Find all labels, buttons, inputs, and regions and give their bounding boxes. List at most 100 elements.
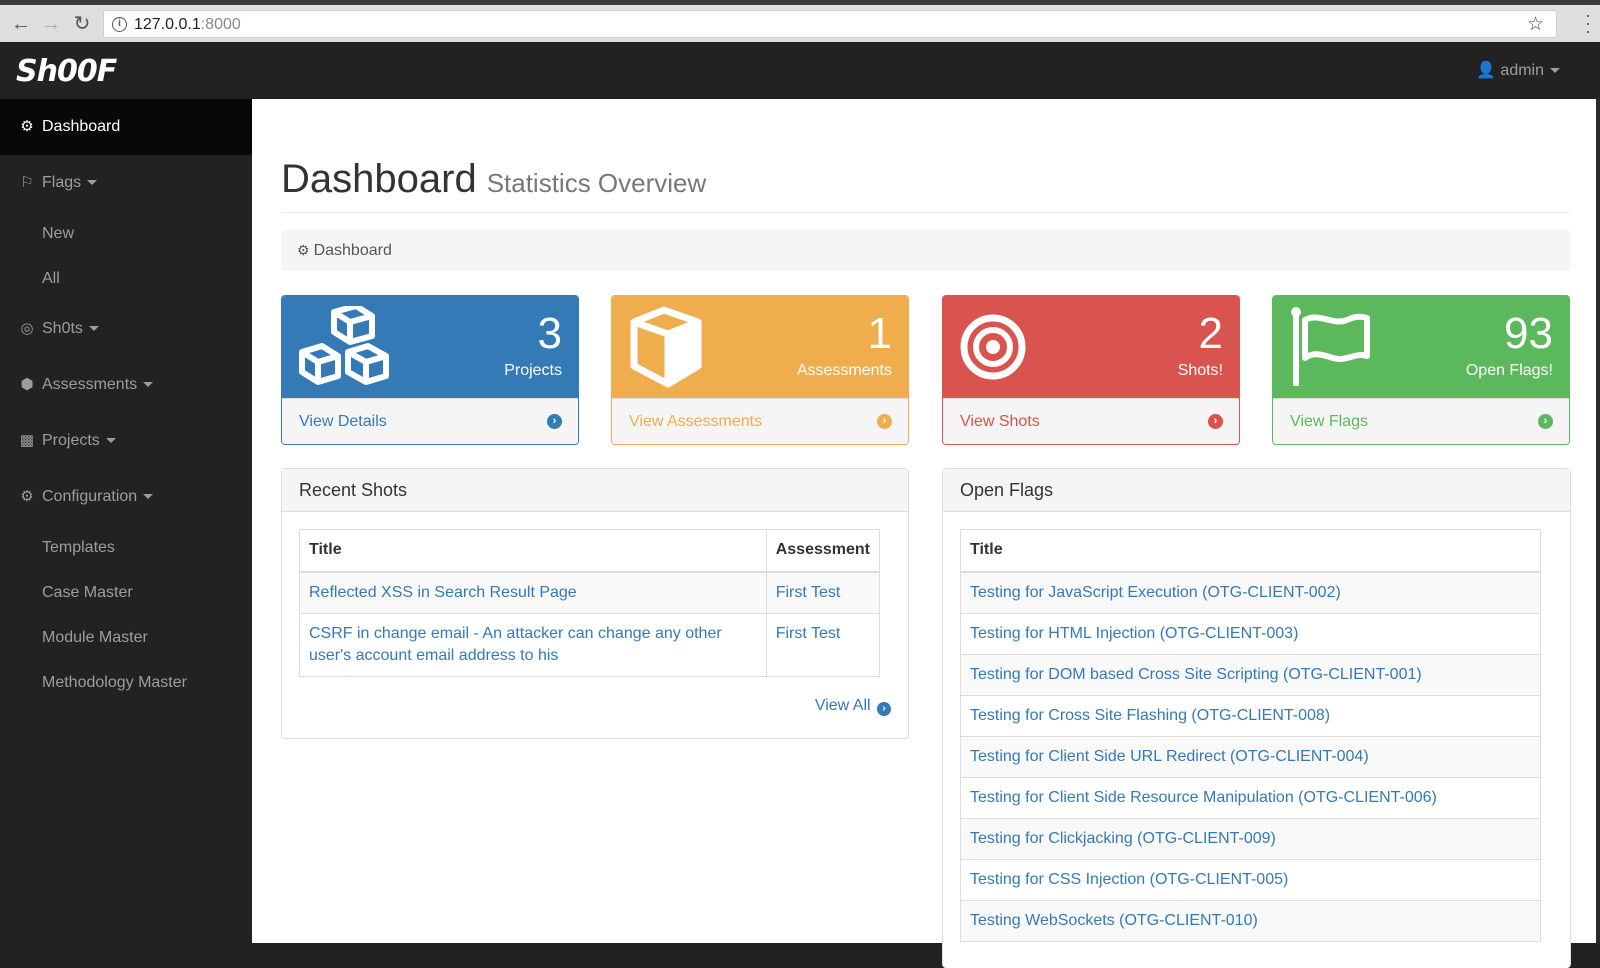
open-flags-table: Title Testing for JavaScript Execution (… <box>960 529 1541 942</box>
sidebar-subitem-case-master[interactable]: Case Master <box>0 570 252 615</box>
sidebar-subitem-module-master[interactable]: Module Master <box>0 615 252 660</box>
arrow-circle-right-icon: › <box>877 702 891 716</box>
recent-shots-heading: Recent Shots <box>282 469 908 512</box>
sidebar-subitem-templates[interactable]: Templates <box>0 525 252 570</box>
flags-count: 93 <box>1504 309 1553 358</box>
bullseye-icon <box>960 314 1026 380</box>
sidebar-item-dashboard[interactable]: ⚙ Dashboard <box>0 99 252 155</box>
open-flags-panel: Open Flags Title Testing for JavaScript … <box>942 468 1571 968</box>
flags-label: Open Flags! <box>1465 362 1553 379</box>
stat-header: 2 Shots! <box>943 296 1239 398</box>
cube-icon <box>630 306 702 388</box>
shots-stat-panel: 2 Shots! View Shots › <box>942 295 1240 445</box>
caret-down-icon <box>143 494 154 500</box>
recent-shots-table: Title Assessment Reflected XSS in Search… <box>299 529 881 677</box>
sidebar-subitem-methodology-master[interactable]: Methodology Master <box>0 660 252 705</box>
flag-title-link[interactable]: Testing for JavaScript Execution (OTG-CL… <box>960 571 1541 614</box>
sidebar-item-assessments[interactable]: ⬢ Assessments <box>0 357 252 413</box>
view-assessments-label: View Assessments <box>629 413 763 430</box>
url-port: :8000 <box>200 16 241 33</box>
page-title: Dashboard <box>281 157 477 201</box>
shots-label: Shots! <box>1177 362 1223 379</box>
sidebar-item-configuration[interactable]: ⚙ Configuration <box>0 469 252 525</box>
cubes-icon <box>299 306 389 385</box>
forward-arrow-icon[interactable]: → <box>40 13 62 35</box>
flag-title-link[interactable]: Testing for HTML Injection (OTG-CLIENT-0… <box>960 612 1541 655</box>
table-row: Testing for CSS Injection (OTG-CLIENT-00… <box>960 858 1541 901</box>
shot-assessment-link[interactable]: First Test <box>765 571 881 614</box>
view-details-link[interactable]: View Details › <box>282 398 578 444</box>
shot-title-link[interactable]: Reflected XSS in Search Result Page <box>299 571 767 614</box>
flag-title-link[interactable]: Testing for Client Side URL Redirect (OT… <box>960 735 1541 778</box>
sidebar-item-projects[interactable]: ▩ Projects <box>0 413 252 469</box>
reload-icon[interactable]: ↻ <box>71 13 93 35</box>
user-icon: 👤 <box>1476 62 1496 79</box>
view-shots-link[interactable]: View Shots › <box>943 398 1239 444</box>
caret-down-icon <box>143 382 154 388</box>
table-row: Testing for Cross Site Flashing (OTG-CLI… <box>960 694 1541 737</box>
projects-label: Projects <box>504 362 562 379</box>
page-header: Dashboard Statistics Overview <box>281 157 1571 213</box>
view-details-label: View Details <box>299 413 387 430</box>
table-row: Testing for Client Side URL Redirect (OT… <box>960 735 1541 778</box>
info-icon[interactable]: i <box>112 17 127 32</box>
flag-title-link[interactable]: Testing for Client Side Resource Manipul… <box>960 776 1541 819</box>
shots-count: 2 <box>1198 309 1223 358</box>
arrow-circle-right-icon: › <box>547 414 562 429</box>
view-assessments-link[interactable]: View Assessments › <box>612 398 908 444</box>
table-row: Testing for JavaScript Execution (OTG-CL… <box>960 571 1541 614</box>
sidebar-item-label: Sh0ts <box>42 320 83 337</box>
flag-title-link[interactable]: Testing for Cross Site Flashing (OTG-CLI… <box>960 694 1541 737</box>
arrow-circle-right-icon: › <box>1208 414 1223 429</box>
flag-icon: ⚐ <box>20 174 34 191</box>
table-row: Testing for Clickjacking (OTG-CLIENT-009… <box>960 817 1541 860</box>
url-text[interactable]: 127.0.0.1:8000 <box>134 16 241 34</box>
view-all-link[interactable]: View All › <box>815 697 891 716</box>
sidebar-item-shots[interactable]: ◎ Sh0ts <box>0 301 252 357</box>
bookmark-star-icon[interactable]: ☆ <box>1527 13 1544 36</box>
flag-title-link[interactable]: Testing for DOM based Cross Site Scripti… <box>960 653 1541 696</box>
flag-title-link[interactable]: Testing for CSS Injection (OTG-CLIENT-00… <box>960 858 1541 901</box>
recent-shots-panel: Recent Shots Title Assessment Reflected … <box>281 468 909 739</box>
address-bar[interactable]: i 127.0.0.1:8000 ☆ <box>103 10 1557 38</box>
assessments-stat-panel: 1 Assessments View Assessments › <box>611 295 909 445</box>
caret-down-icon <box>1550 68 1560 74</box>
gear-icon: ⚙ <box>20 488 34 505</box>
browser-toolbar: ← → ↻ i 127.0.0.1:8000 ☆ · · · <box>0 0 1600 42</box>
projects-count: 3 <box>537 309 562 358</box>
arrow-circle-right-icon: › <box>877 414 892 429</box>
back-arrow-icon[interactable]: ← <box>10 13 32 35</box>
table-row: Reflected XSS in Search Result Page Firs… <box>299 571 881 614</box>
sidebar-subitem-all[interactable]: All <box>0 256 252 301</box>
stat-header: 1 Assessments <box>612 296 908 398</box>
breadcrumb: ⚙ Dashboard <box>281 230 1571 271</box>
shot-assessment-link[interactable]: First Test <box>765 612 881 677</box>
assessments-label: Assessments <box>796 362 892 379</box>
user-name: admin <box>1500 62 1544 79</box>
browser-menu-icon[interactable]: · · · <box>1584 6 1592 40</box>
table-row: CSRF in change email - An attacker can c… <box>299 612 881 677</box>
user-menu[interactable]: 👤 admin <box>1476 60 1560 80</box>
table-row: Testing WebSockets (OTG-CLIENT-010) <box>960 899 1541 942</box>
shot-title-link[interactable]: CSRF in change email - An attacker can c… <box>299 612 767 677</box>
sidebar-item-label: Flags <box>42 174 82 191</box>
assessments-count: 1 <box>867 309 892 358</box>
bullseye-icon: ◎ <box>20 320 34 337</box>
caret-down-icon <box>88 326 99 332</box>
dashboard-icon: ⚙ <box>20 118 34 135</box>
dashboard-icon: ⚙ <box>297 242 310 258</box>
view-all-label: View All <box>814 697 871 714</box>
view-flags-label: View Flags <box>1290 413 1368 430</box>
brand-logo[interactable]: Sh00F <box>16 54 117 89</box>
sidebar-subitem-new[interactable]: New <box>0 211 252 256</box>
sidebar-item-flags[interactable]: ⚐ Flags <box>0 155 252 211</box>
flag-title-link[interactable]: Testing WebSockets (OTG-CLIENT-010) <box>960 899 1541 942</box>
view-shots-label: View Shots <box>960 413 1040 430</box>
flag-icon <box>1291 307 1370 386</box>
open-flags-heading: Open Flags <box>943 469 1570 512</box>
view-flags-link[interactable]: View Flags › <box>1273 398 1569 444</box>
caret-down-icon <box>87 180 98 186</box>
table-row: Testing for Client Side Resource Manipul… <box>960 776 1541 819</box>
flag-title-link[interactable]: Testing for Clickjacking (OTG-CLIENT-009… <box>960 817 1541 860</box>
arrow-circle-right-icon: › <box>1538 414 1553 429</box>
